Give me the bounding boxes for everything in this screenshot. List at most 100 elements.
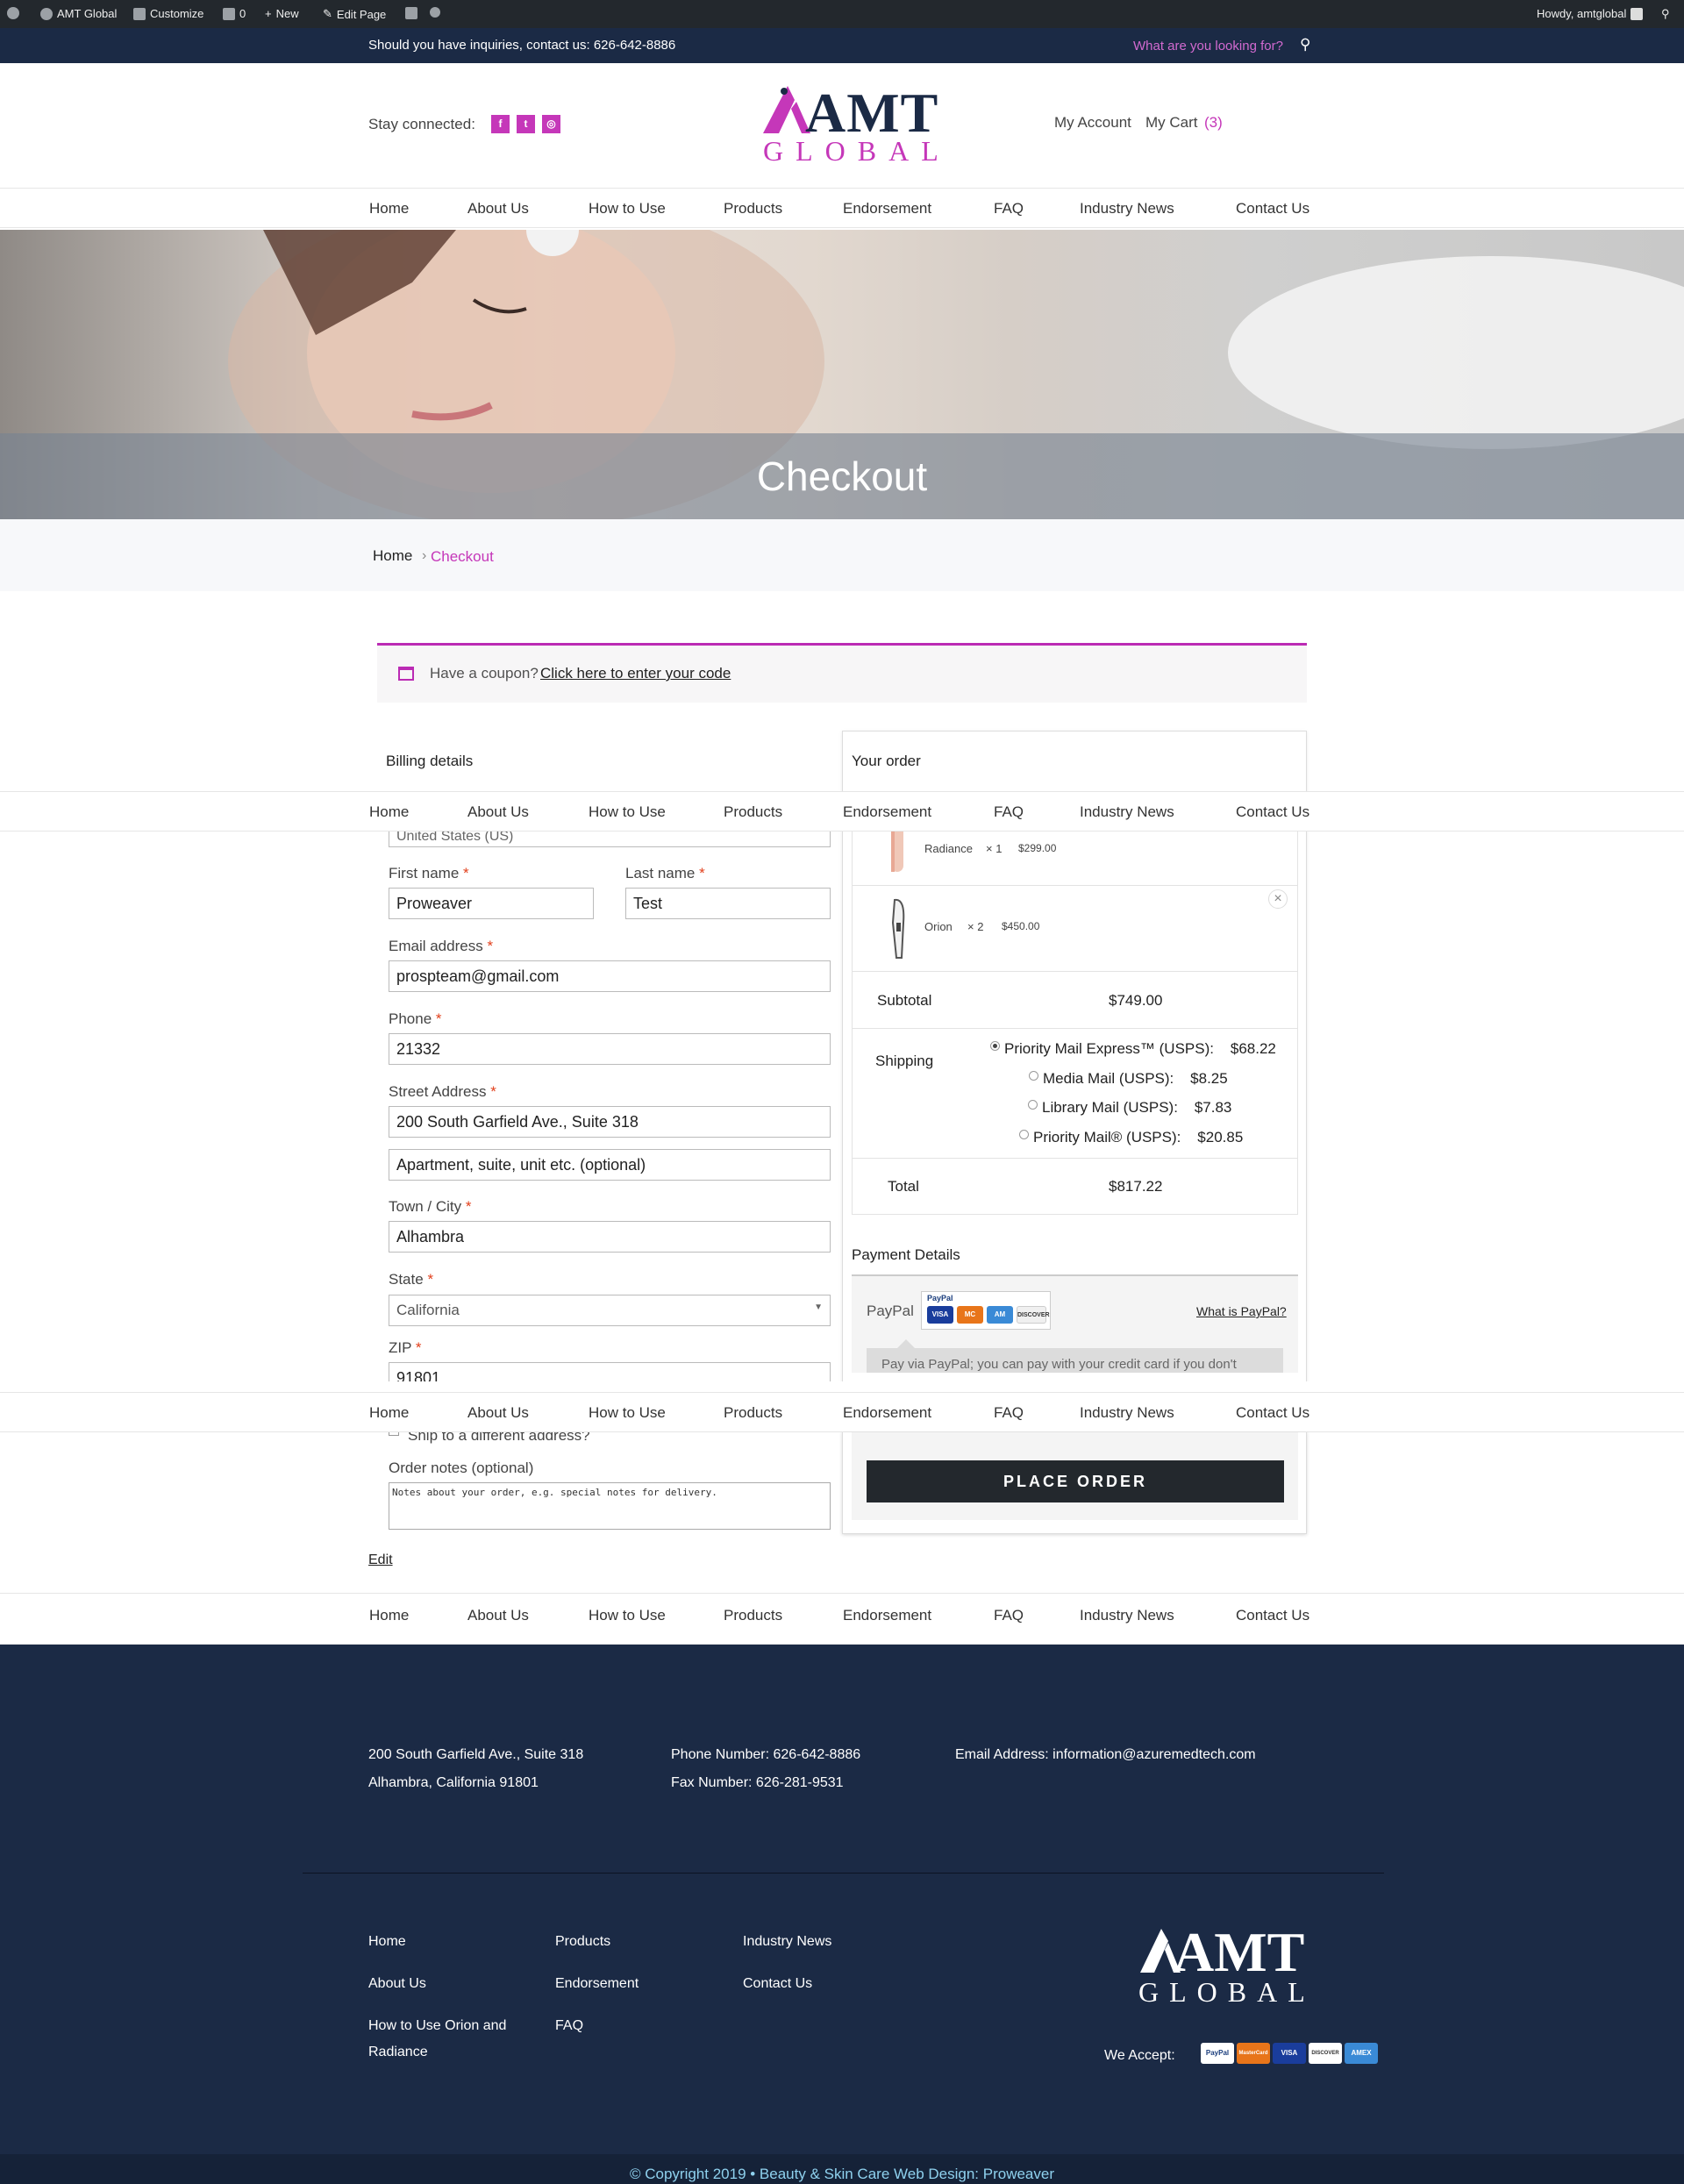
logo-text-bottom: GLOBAL (763, 135, 951, 167)
plus-icon: + (265, 7, 272, 20)
admin-comments[interactable]: 0 (223, 7, 246, 20)
site-logo[interactable]: AMT GLOBAL (761, 82, 945, 168)
nav-industry-news[interactable]: Industry News (1080, 1404, 1174, 1422)
nav-products[interactable]: Products (724, 200, 782, 218)
order-notes-label: Order notes (optional) (389, 1460, 534, 1476)
nav-about-us[interactable]: About Us (467, 1404, 529, 1422)
nav-how-to-use[interactable]: How to Use (589, 200, 666, 218)
ship-different-row[interactable]: Ship to a different address? (389, 1432, 831, 1448)
edit-link[interactable]: Edit (368, 1552, 393, 1568)
cart-count[interactable]: (3) (1204, 114, 1223, 132)
email-field[interactable]: prospteam@gmail.com (389, 960, 831, 992)
radio[interactable] (1019, 1130, 1029, 1139)
phone-field[interactable]: 21332 (389, 1033, 831, 1065)
city-field[interactable]: Alhambra (389, 1221, 831, 1253)
we-accept-label: We Accept: (1104, 2048, 1175, 2063)
radio[interactable] (1029, 1071, 1038, 1081)
coupon-link[interactable]: Click here to enter your code (540, 665, 731, 682)
sticky-nav-1: Home About Us How to Use Products Endors… (0, 791, 1684, 831)
my-account-link[interactable]: My Account (1054, 114, 1131, 132)
radiance-product-image (891, 830, 903, 872)
nav-industry-news[interactable]: Industry News (1080, 803, 1174, 821)
admin-customize[interactable]: Customize (133, 7, 203, 20)
shipping-option-priority-express[interactable]: Priority Mail Express™ (USPS): $68.22 (990, 1040, 1276, 1058)
apartment-field[interactable]: Apartment, suite, unit etc. (optional) (389, 1149, 831, 1181)
nav-products[interactable]: Products (724, 1607, 782, 1624)
nav-industry-news[interactable]: Industry News (1080, 200, 1174, 218)
nav-how-to-use[interactable]: How to Use (589, 1607, 666, 1624)
breadcrumb-home[interactable]: Home (373, 547, 412, 565)
nav-how-to-use[interactable]: How to Use (589, 1404, 666, 1422)
first-name-field[interactable]: Proweaver (389, 888, 594, 919)
sticky-nav-2: Home About Us How to Use Products Endors… (0, 1392, 1684, 1432)
what-is-paypal-link[interactable]: What is PayPal? (1196, 1304, 1287, 1318)
shipping-option-media-mail[interactable]: Media Mail (USPS): $8.25 (1029, 1070, 1228, 1088)
brush-icon (133, 7, 146, 20)
nav-faq[interactable]: FAQ (994, 200, 1024, 218)
zip-field[interactable]: 91801 (389, 1362, 831, 1381)
nav-home[interactable]: Home (369, 1404, 409, 1422)
state-select[interactable]: California ▼ (389, 1295, 831, 1326)
radio-selected[interactable] (990, 1041, 1000, 1051)
footer-link-how-to-use-2[interactable]: Radiance (368, 2045, 428, 2060)
footer-link-how-to-use[interactable]: How to Use Orion and (368, 2018, 506, 2034)
ship-different-checkbox[interactable] (389, 1432, 399, 1436)
nav-products[interactable]: Products (724, 1404, 782, 1422)
nav-endorsement[interactable]: Endorsement (843, 803, 931, 821)
nav-contact-us[interactable]: Contact Us (1236, 803, 1309, 821)
street-field[interactable]: 200 South Garfield Ave., Suite 318 (389, 1106, 831, 1138)
admin-edit-page[interactable]: ✎ Edit Page (323, 7, 386, 21)
footer-logo[interactable]: AMT GLOBAL (1138, 1921, 1323, 2011)
search-input[interactable]: What are you looking for? (1133, 39, 1283, 54)
last-name-field[interactable]: Test (625, 888, 831, 919)
facebook-icon[interactable]: f (491, 115, 510, 133)
place-order-button[interactable]: PLACE ORDER (867, 1460, 1284, 1502)
nav-products[interactable]: Products (724, 803, 782, 821)
nav-faq[interactable]: FAQ (994, 1607, 1024, 1624)
paypal-radio-label[interactable]: PayPal (867, 1303, 914, 1320)
nav-endorsement[interactable]: Endorsement (843, 200, 931, 218)
nav-endorsement[interactable]: Endorsement (843, 1404, 931, 1422)
footer-link-about[interactable]: About Us (368, 1976, 426, 1992)
top-contact-bar: Should you have inquiries, contact us: 6… (0, 28, 1684, 63)
footer-link-industry-news[interactable]: Industry News (743, 1934, 831, 1950)
nav-how-to-use[interactable]: How to Use (589, 803, 666, 821)
admin-site-name[interactable]: AMT Global (40, 7, 117, 20)
last-name-label: Last name * (625, 865, 705, 881)
nav-home[interactable]: Home (369, 803, 409, 821)
nav-about-us[interactable]: About Us (467, 200, 529, 218)
order-notes-field[interactable]: Notes about your order, e.g. special not… (389, 1482, 831, 1530)
nav-home[interactable]: Home (369, 1607, 409, 1624)
nav-home[interactable]: Home (369, 200, 409, 218)
shipping-option-priority-mail[interactable]: Priority Mail® (USPS): $20.85 (1019, 1129, 1243, 1146)
footer-link-home[interactable]: Home (368, 1934, 406, 1950)
admin-howdy[interactable]: Howdy, amtglobal (1537, 7, 1644, 20)
wordpress-logo[interactable] (7, 7, 19, 19)
nav-contact-us[interactable]: Contact Us (1236, 1404, 1309, 1422)
discover-icon: DISCOVER (1017, 1306, 1050, 1324)
nav-about-us[interactable]: About Us (467, 1607, 529, 1624)
search-icon[interactable]: ⚲ (1300, 36, 1310, 54)
shipping-option-library-mail[interactable]: Library Mail (USPS): $7.83 (1028, 1099, 1231, 1117)
amex-icon: AM (987, 1306, 1013, 1324)
admin-search-icon[interactable]: ⚲ (1661, 7, 1670, 21)
twitter-icon[interactable]: t (517, 115, 535, 133)
footer-email[interactable]: Email Address: information@azuremedtech.… (955, 1747, 1256, 1763)
nav-industry-news[interactable]: Industry News (1080, 1607, 1174, 1624)
nav-contact-us[interactable]: Contact Us (1236, 1607, 1309, 1624)
remove-item-icon[interactable]: × (1268, 889, 1288, 909)
footer-link-contact[interactable]: Contact Us (743, 1976, 812, 1992)
footer-link-endorsement[interactable]: Endorsement (555, 1976, 639, 1992)
admin-new[interactable]: + New (265, 7, 299, 20)
nav-contact-us[interactable]: Contact Us (1236, 200, 1309, 218)
footer-link-faq[interactable]: FAQ (555, 2018, 583, 2034)
nav-faq[interactable]: FAQ (994, 803, 1024, 821)
footer-link-products[interactable]: Products (555, 1934, 610, 1950)
my-cart-link[interactable]: My Cart (1145, 114, 1198, 132)
nav-endorsement[interactable]: Endorsement (843, 1607, 931, 1624)
nav-faq[interactable]: FAQ (994, 1404, 1024, 1422)
radio[interactable] (1028, 1100, 1038, 1110)
nav-about-us[interactable]: About Us (467, 803, 529, 821)
instagram-icon[interactable]: ◎ (542, 115, 560, 133)
yoast-icon[interactable] (405, 7, 417, 19)
